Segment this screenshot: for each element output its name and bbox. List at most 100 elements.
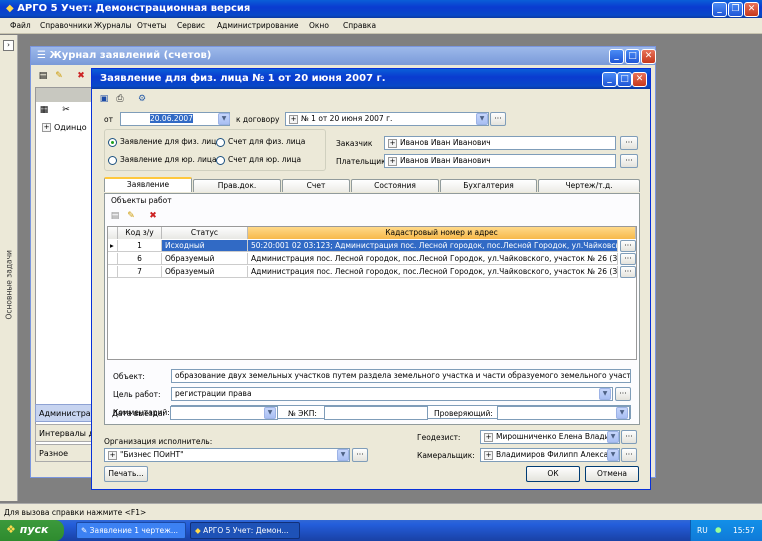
objects-delete-icon[interactable]: ✖ <box>147 210 159 222</box>
close-button[interactable]: ✕ <box>744 2 759 17</box>
menu-reports[interactable]: Отчеты <box>137 21 167 30</box>
table-row-3-code[interactable]: 7 <box>118 266 162 278</box>
menu-service[interactable]: Сервис <box>177 21 205 30</box>
menu-journals[interactable]: Журналы <box>94 21 132 30</box>
row-selector-2[interactable] <box>108 253 118 265</box>
contract-field[interactable]: + № 1 от 20 июня 2007 г. <box>285 112 489 126</box>
objects-edit-icon[interactable]: ✎ <box>125 210 137 222</box>
row-3-browse-button[interactable]: ··· <box>620 266 636 278</box>
purpose-field[interactable]: регистрации права <box>171 387 613 401</box>
ok-button[interactable]: ОК <box>526 466 580 482</box>
radio-invoice-legal-icon[interactable] <box>216 155 225 165</box>
language-indicator[interactable]: RU <box>697 526 708 535</box>
org-field[interactable]: + "Бизнес ПОиНТ" <box>104 448 350 462</box>
journal-tree-item[interactable]: + Одинцо <box>42 123 87 132</box>
radio-invoice-individual[interactable]: Счет для физ. лица <box>216 137 305 147</box>
customer-field[interactable]: + Иванов Иван Иванович <box>384 136 616 150</box>
tab-states[interactable]: Состояния <box>351 179 439 192</box>
journal-maximize-button[interactable]: □ <box>625 49 640 64</box>
row-1-browse-button[interactable]: ··· <box>620 240 636 252</box>
panel-expand-button[interactable]: › <box>3 40 14 51</box>
taskbar-task-1[interactable]: ✎ Заявление 1 чертеж... <box>76 522 186 539</box>
table-row-1-code[interactable]: 1 <box>118 240 162 252</box>
menu-window[interactable]: Окно <box>309 21 329 30</box>
journal-edit-icon[interactable]: ✎ <box>53 70 65 82</box>
grid-header-status[interactable]: Статус <box>162 227 248 239</box>
date-field[interactable]: 20.06.2007 <box>120 112 230 126</box>
geodesist-plus-icon[interactable]: + <box>484 432 493 442</box>
radio-app-legal-icon[interactable] <box>108 155 117 165</box>
ekp-field[interactable] <box>324 406 428 420</box>
payer-browse-button[interactable]: ··· <box>620 154 638 168</box>
left-nav-item-admin[interactable]: Администрат <box>35 404 93 422</box>
menu-administration[interactable]: Администрирование <box>217 21 299 30</box>
row-selector-1[interactable]: ▸ <box>108 240 118 252</box>
customer-browse-button[interactable]: ··· <box>620 136 638 150</box>
print-button[interactable]: Печать... <box>104 466 148 482</box>
table-row-3-status[interactable]: Образуемый <box>162 266 248 278</box>
table-row-1-address[interactable]: 50:20:001 02 03:123; Администрация пос. … <box>248 240 618 252</box>
taskbar-task-2[interactable]: ◆ АРГО 5 Учет: Демон... <box>190 522 300 539</box>
menu-file[interactable]: Файл <box>10 21 31 30</box>
tab-accounting[interactable]: Бухгалтерия <box>440 179 537 192</box>
radio-app-individual-icon[interactable] <box>108 137 117 147</box>
cameral-dropdown-icon[interactable]: ▼ <box>607 449 619 461</box>
object-field[interactable]: образование двух земельных участков путе… <box>171 369 631 383</box>
checker-dropdown-icon[interactable]: ▼ <box>616 407 628 419</box>
cancel-button[interactable]: Отмена <box>585 466 639 482</box>
menu-help[interactable]: Справка <box>343 21 376 30</box>
dialog-minimize-button[interactable]: _ <box>602 72 617 87</box>
restore-button[interactable]: ❐ <box>728 2 743 17</box>
tree-expand-icon[interactable]: + <box>42 123 51 132</box>
journal-pane-icon-1[interactable]: ▦ <box>38 104 50 116</box>
dialog-close-button[interactable]: ✕ <box>632 72 647 87</box>
radio-invoice-individual-icon[interactable] <box>216 137 225 147</box>
table-row-2-code[interactable]: 6 <box>118 253 162 265</box>
table-row-2-address[interactable]: Администрация пос. Лесной городок, пос.Л… <box>248 253 618 265</box>
start-button[interactable]: ❖ пуск <box>0 520 64 541</box>
org-browse-button[interactable]: ··· <box>352 448 368 462</box>
save-icon[interactable]: ▣ <box>98 93 110 105</box>
journal-delete-icon[interactable]: ✖ <box>75 70 87 82</box>
journal-minimize-button[interactable]: _ <box>609 49 624 64</box>
settings-icon[interactable]: ⚙ <box>136 93 148 105</box>
contract-browse-button[interactable]: ··· <box>490 112 506 126</box>
payer-plus-icon[interactable]: + <box>388 156 397 166</box>
org-dropdown-icon[interactable]: ▼ <box>337 449 349 461</box>
left-nav-item-intervals[interactable]: Интервалы да <box>35 424 93 442</box>
table-row-3-address[interactable]: Администрация пос. Лесной городок, пос.Л… <box>248 266 618 278</box>
radio-app-legal[interactable]: Заявление для юр. лица <box>108 155 217 165</box>
org-plus-icon[interactable]: + <box>108 450 117 460</box>
cameral-field[interactable]: + Владимиров Филипп Алексан <box>480 448 620 462</box>
cameral-browse-button[interactable]: ··· <box>621 448 637 462</box>
tab-application[interactable]: Заявление <box>104 177 192 192</box>
left-nav-item-misc[interactable]: Разное <box>35 444 93 462</box>
departure-dropdown-icon[interactable]: ▼ <box>264 407 276 419</box>
journal-pane-icon-2[interactable]: ✂ <box>60 104 72 116</box>
geodesist-dropdown-icon[interactable]: ▼ <box>607 431 619 443</box>
contract-plus-icon[interactable]: + <box>289 114 298 124</box>
purpose-browse-button[interactable]: ··· <box>615 387 631 401</box>
tab-drawing[interactable]: Чертеж/т.д. <box>538 179 640 192</box>
radio-app-individual[interactable]: Заявление для физ. лица <box>108 137 221 147</box>
date-dropdown-icon[interactable]: ▼ <box>218 113 230 125</box>
minimize-button[interactable]: _ <box>712 2 727 17</box>
journal-new-icon[interactable]: ▤ <box>37 70 49 82</box>
departure-field[interactable] <box>170 406 278 420</box>
purpose-dropdown-icon[interactable]: ▼ <box>599 388 611 400</box>
radio-invoice-legal[interactable]: Счет для юр. лица <box>216 155 301 165</box>
table-row-2-status[interactable]: Образуемый <box>162 253 248 265</box>
geodesist-browse-button[interactable]: ··· <box>621 430 637 444</box>
payer-field[interactable]: + Иванов Иван Иванович <box>384 154 616 168</box>
print-icon[interactable]: ⎙ <box>114 93 126 105</box>
row-2-browse-button[interactable]: ··· <box>620 253 636 265</box>
dialog-maximize-button[interactable]: □ <box>617 72 632 87</box>
table-row-1-status[interactable]: Исходный <box>162 240 248 252</box>
grid-header-address[interactable]: Кадастровый номер и адрес <box>248 227 636 239</box>
menu-directories[interactable]: Справочники <box>40 21 92 30</box>
customer-plus-icon[interactable]: + <box>388 138 397 148</box>
journal-close-button[interactable]: ✕ <box>641 49 656 64</box>
cameral-plus-icon[interactable]: + <box>484 450 493 460</box>
contract-dropdown-icon[interactable]: ▼ <box>476 113 488 125</box>
geodesist-field[interactable]: + Мирошниченко Елена Владими <box>480 430 620 444</box>
